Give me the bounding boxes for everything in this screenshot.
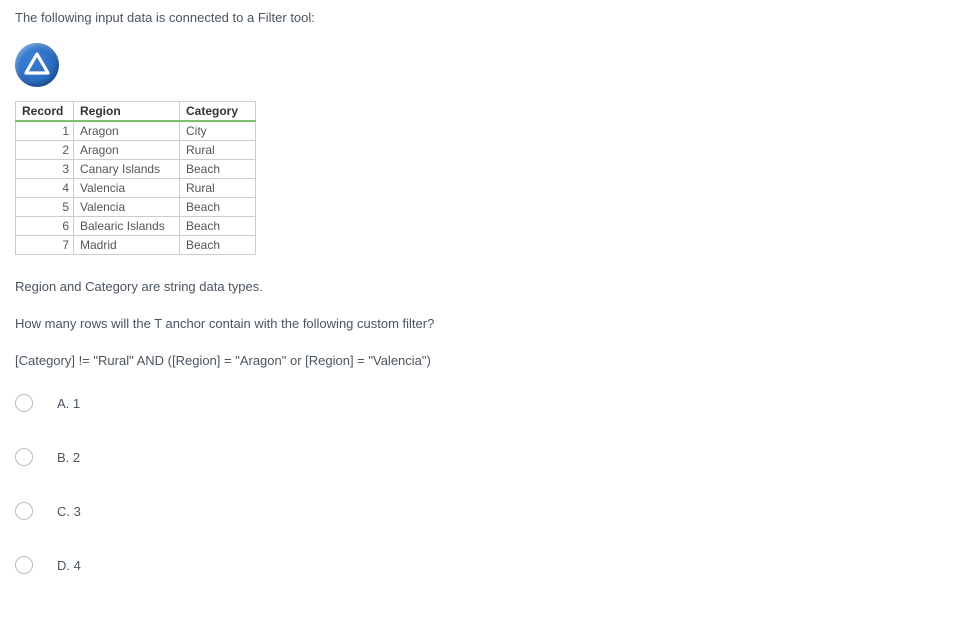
cell-category: Beach	[180, 198, 256, 217]
cell-region: Madrid	[74, 236, 180, 255]
col-header-category: Category	[180, 102, 256, 122]
option-c[interactable]: C. 3	[15, 502, 945, 520]
cell-category: Beach	[180, 236, 256, 255]
answer-options: A. 1 B. 2 C. 3 D. 4	[15, 394, 945, 574]
cell-region: Balearic Islands	[74, 217, 180, 236]
datatype-note: Region and Category are string data type…	[15, 279, 945, 294]
radio-icon[interactable]	[15, 556, 33, 574]
table-row: 6 Balearic Islands Beach	[16, 217, 256, 236]
cell-record: 4	[16, 179, 74, 198]
cell-category: Beach	[180, 160, 256, 179]
table-row: 4 Valencia Rural	[16, 179, 256, 198]
cell-region: Canary Islands	[74, 160, 180, 179]
option-d[interactable]: D. 4	[15, 556, 945, 574]
cell-record: 2	[16, 141, 74, 160]
option-b[interactable]: B. 2	[15, 448, 945, 466]
table-row: 5 Valencia Beach	[16, 198, 256, 217]
table-row: 7 Madrid Beach	[16, 236, 256, 255]
col-header-record: Record	[16, 102, 74, 122]
cell-region: Valencia	[74, 179, 180, 198]
cell-region: Aragon	[74, 141, 180, 160]
option-a[interactable]: A. 1	[15, 394, 945, 412]
filter-expression: [Category] != "Rural" AND ([Region] = "A…	[15, 353, 945, 368]
input-data-table: Record Region Category 1 Aragon City 2 A…	[15, 101, 256, 255]
filter-tool-icon	[15, 43, 59, 87]
option-label: C. 3	[57, 504, 81, 519]
cell-record: 6	[16, 217, 74, 236]
cell-category: City	[180, 121, 256, 141]
col-header-region: Region	[74, 102, 180, 122]
cell-record: 7	[16, 236, 74, 255]
table-row: 1 Aragon City	[16, 121, 256, 141]
option-label: D. 4	[57, 558, 81, 573]
cell-category: Beach	[180, 217, 256, 236]
option-label: B. 2	[57, 450, 80, 465]
option-label: A. 1	[57, 396, 80, 411]
cell-record: 3	[16, 160, 74, 179]
radio-icon[interactable]	[15, 502, 33, 520]
intro-text: The following input data is connected to…	[15, 10, 945, 25]
table-row: 2 Aragon Rural	[16, 141, 256, 160]
radio-icon[interactable]	[15, 448, 33, 466]
cell-region: Aragon	[74, 121, 180, 141]
cell-region: Valencia	[74, 198, 180, 217]
table-row: 3 Canary Islands Beach	[16, 160, 256, 179]
cell-category: Rural	[180, 179, 256, 198]
radio-icon[interactable]	[15, 394, 33, 412]
question-text: How many rows will the T anchor contain …	[15, 316, 945, 331]
cell-record: 1	[16, 121, 74, 141]
table-header-row: Record Region Category	[16, 102, 256, 122]
cell-record: 5	[16, 198, 74, 217]
cell-category: Rural	[180, 141, 256, 160]
